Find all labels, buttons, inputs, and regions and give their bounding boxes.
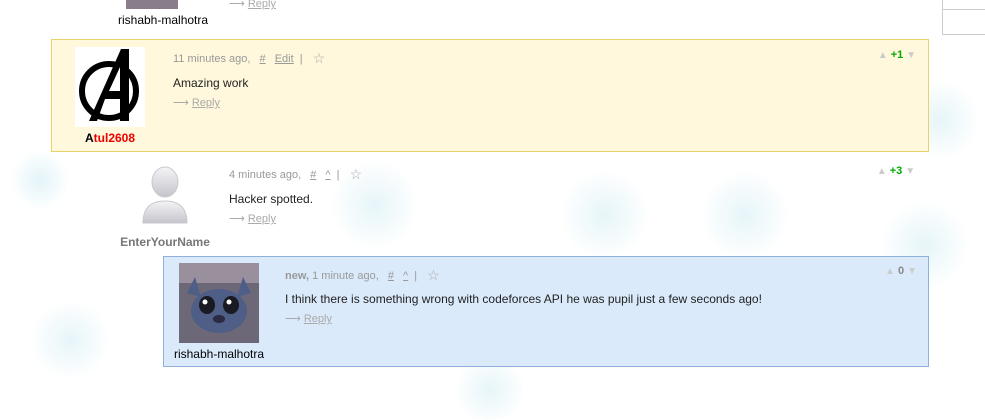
reply-arrow-icon: ⟶ xyxy=(229,213,245,225)
timestamp: 11 minutes ago, xyxy=(173,53,251,65)
vote-down-icon[interactable]: ▼ xyxy=(907,266,917,277)
reply-link[interactable]: ⟶ Reply xyxy=(173,96,220,109)
reply-arrow-icon: ⟶ xyxy=(229,0,248,10)
vote-control: ▲ +1 ▼ xyxy=(870,49,924,61)
permalink-hash[interactable]: # xyxy=(260,53,266,65)
author-block: rishabh-malhotra xyxy=(169,263,269,361)
parent-link-icon[interactable]: ^ xyxy=(325,169,330,181)
star-outline-icon[interactable]: ☆ xyxy=(313,50,326,66)
comment-reply: EnterYourName 4 minutes ago, # ^ | ☆ Hac… xyxy=(107,155,927,255)
comment-text: I think there is something wrong with co… xyxy=(285,292,762,306)
vote-up-icon[interactable]: ▲ xyxy=(877,166,887,177)
author-handle[interactable]: EnterYourName xyxy=(115,235,215,249)
vote-up-icon[interactable]: ▲ xyxy=(878,50,888,61)
comment-new: rishabh-malhotra new, 1 minute ago, # ^ … xyxy=(163,256,929,367)
author-handle[interactable]: rishabh-malhotra xyxy=(169,347,269,361)
reply-link[interactable]: ⟶ Reply xyxy=(285,312,332,325)
timestamp: 4 minutes ago, xyxy=(229,169,302,181)
author-block: Atul2608 xyxy=(60,47,160,145)
reply-arrow-icon: ⟶ xyxy=(173,97,189,109)
author-handle[interactable]: Atul2608 xyxy=(60,131,160,145)
vote-control: ▲ +3 ▼ xyxy=(869,165,923,177)
author-handle[interactable]: rishabh-malhotra xyxy=(118,13,208,27)
reply-link[interactable]: ⟶ Reply xyxy=(229,212,276,225)
author-block: EnterYourName xyxy=(115,165,215,249)
vote-count: 0 xyxy=(897,265,905,277)
comment-meta: 11 minutes ago, # Edit | ☆ xyxy=(173,50,326,66)
star-outline-icon[interactable]: ☆ xyxy=(427,267,440,283)
reply-arrow-icon: ⟶ xyxy=(285,313,301,325)
comment-meta: 4 minutes ago, # ^ | ☆ xyxy=(229,166,363,182)
vote-count: +3 xyxy=(889,165,903,177)
timestamp: 1 minute ago, xyxy=(312,270,379,282)
new-badge: new, xyxy=(285,270,310,282)
snowflake-decoration xyxy=(30,300,110,380)
sidebar-partial-box xyxy=(942,0,985,35)
vote-control: ▲ 0 ▼ xyxy=(874,265,928,277)
avengers-avatar-icon[interactable] xyxy=(75,47,145,127)
vote-down-icon[interactable]: ▼ xyxy=(906,50,916,61)
reply-link[interactable]: ⟶ Reply xyxy=(229,0,276,10)
vote-count: +1 xyxy=(890,49,904,61)
default-user-avatar-icon[interactable] xyxy=(140,165,190,225)
parent-link-icon[interactable]: ^ xyxy=(403,270,408,282)
snowflake-decoration xyxy=(10,150,70,210)
permalink-hash[interactable]: # xyxy=(388,270,394,282)
vote-up-icon[interactable]: ▲ xyxy=(885,266,895,277)
partial-avatar xyxy=(126,0,178,9)
stitch-avatar-icon[interactable] xyxy=(179,263,259,343)
snowflake-decoration xyxy=(450,360,530,420)
edit-link[interactable]: Edit xyxy=(275,53,294,65)
comment-text: Amazing work xyxy=(173,76,249,90)
star-outline-icon[interactable]: ☆ xyxy=(350,166,363,182)
permalink-hash[interactable]: # xyxy=(310,169,316,181)
sidebar-partial-line xyxy=(942,9,985,10)
comment-meta: new, 1 minute ago, # ^ | ☆ xyxy=(285,267,440,283)
comment-own: Atul2608 11 minutes ago, # Edit | ☆ Amaz… xyxy=(51,39,929,152)
vote-down-icon[interactable]: ▼ xyxy=(905,166,915,177)
comment-text: Hacker spotted. xyxy=(229,192,314,206)
